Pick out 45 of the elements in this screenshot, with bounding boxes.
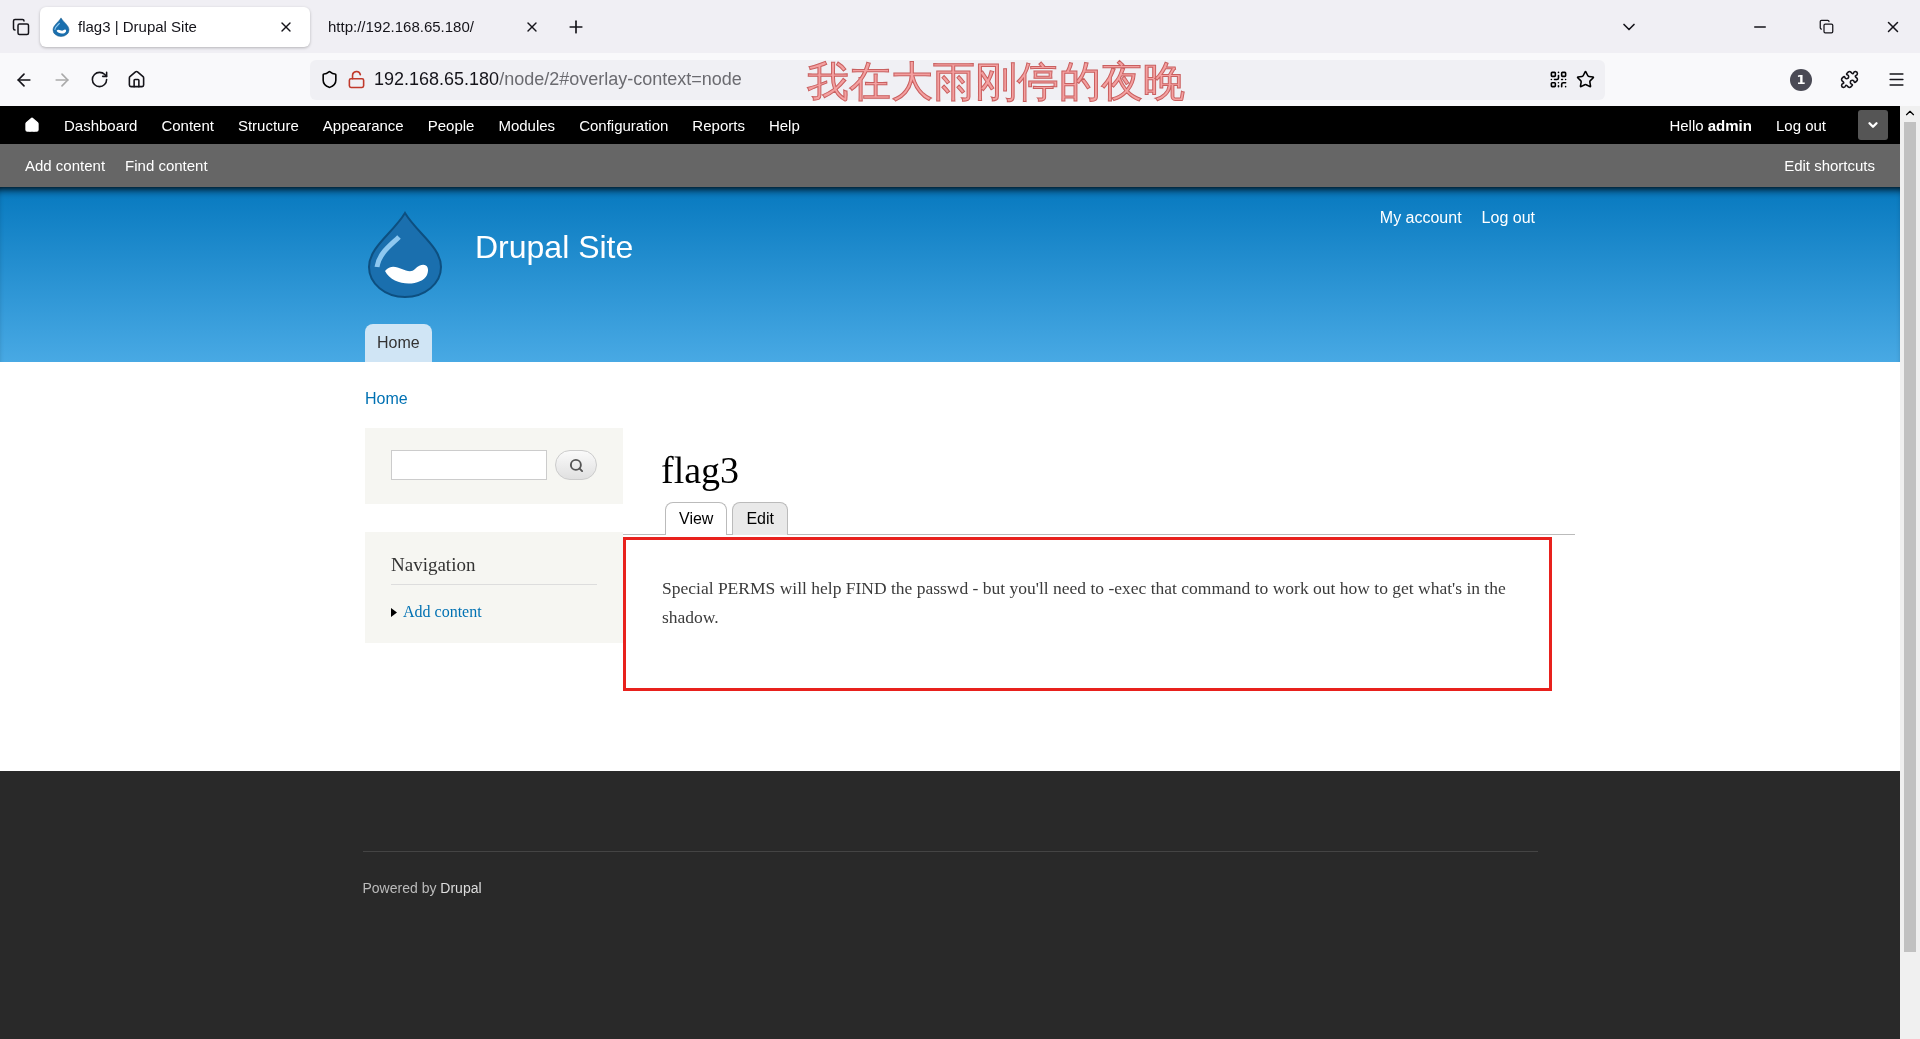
shortcut-link[interactable]: Find content	[115, 157, 218, 174]
admin-menu-link[interactable]: Reports	[680, 116, 757, 134]
address-bar[interactable]: 192.168.65.180/node/2#overlay-context=node 我在大雨刚停的夜晚	[310, 59, 1605, 100]
greeting: Hello admin	[1668, 116, 1753, 134]
admin-menu-link[interactable]: Configuration	[567, 116, 681, 134]
footer-text: Powered by Drupal	[362, 880, 482, 896]
node-tab[interactable]: View	[665, 502, 728, 535]
block-title: Navigation	[391, 554, 597, 585]
breadcrumb-link[interactable]: Home	[365, 390, 408, 408]
nav-link[interactable]: Add content	[403, 603, 482, 621]
url-text: 192.168.65.180/node/2#overlay-context=node	[374, 69, 742, 90]
browser-tab[interactable]: http://192.168.65.180/	[316, 6, 556, 47]
star-icon	[1576, 70, 1595, 89]
shortcut-link[interactable]: Add content	[15, 157, 116, 174]
account-link[interactable]: Log out	[1481, 209, 1535, 227]
admin-menu-link[interactable]: Structure	[225, 116, 311, 134]
admin-menu-link[interactable]: Help	[756, 116, 812, 134]
dropdown-button[interactable]	[1858, 110, 1888, 140]
page-title: flag3	[661, 448, 741, 492]
search-button[interactable]	[555, 450, 597, 480]
tab-title: http://192.168.65.180/	[328, 18, 475, 35]
qr-code-icon	[1549, 70, 1568, 89]
account-link[interactable]: My account	[1379, 209, 1462, 227]
admin-menu-link[interactable]: Appearance	[310, 116, 416, 134]
admin-menu-link[interactable]: Modules	[486, 116, 568, 134]
site-name[interactable]: Drupal Site	[475, 229, 634, 266]
shield-icon	[320, 70, 339, 89]
scrollbar[interactable]	[1900, 106, 1920, 1039]
search-field[interactable]	[391, 450, 547, 480]
logout-link[interactable]: Log out	[1763, 116, 1838, 134]
browser-tab[interactable]: flag3 | Drupal Site	[40, 6, 310, 47]
node-tab[interactable]: Edit	[732, 502, 788, 535]
edit-shortcuts-link[interactable]: Edit shortcuts	[1774, 157, 1885, 174]
drop-logo-icon[interactable]	[365, 209, 445, 299]
admin-menu-link[interactable]: Content	[149, 116, 226, 134]
tab-title: flag3 | Drupal Site	[78, 18, 198, 35]
extension-badge[interactable]: 1	[1790, 68, 1812, 91]
admin-menu-link[interactable]: People	[415, 116, 487, 134]
search-icon	[568, 457, 584, 473]
admin-menu-link[interactable]: Dashboard	[52, 116, 150, 134]
drupal-link[interactable]: Drupal	[440, 880, 482, 896]
triangle-icon	[391, 607, 397, 617]
lock-icon	[347, 70, 366, 89]
body-text: Special PERMS will help FIND the passwd - but you'll need to -exec that command to work out how to get what's in the shadow.	[662, 577, 1507, 629]
main-menu-tab[interactable]: Home	[365, 324, 432, 362]
